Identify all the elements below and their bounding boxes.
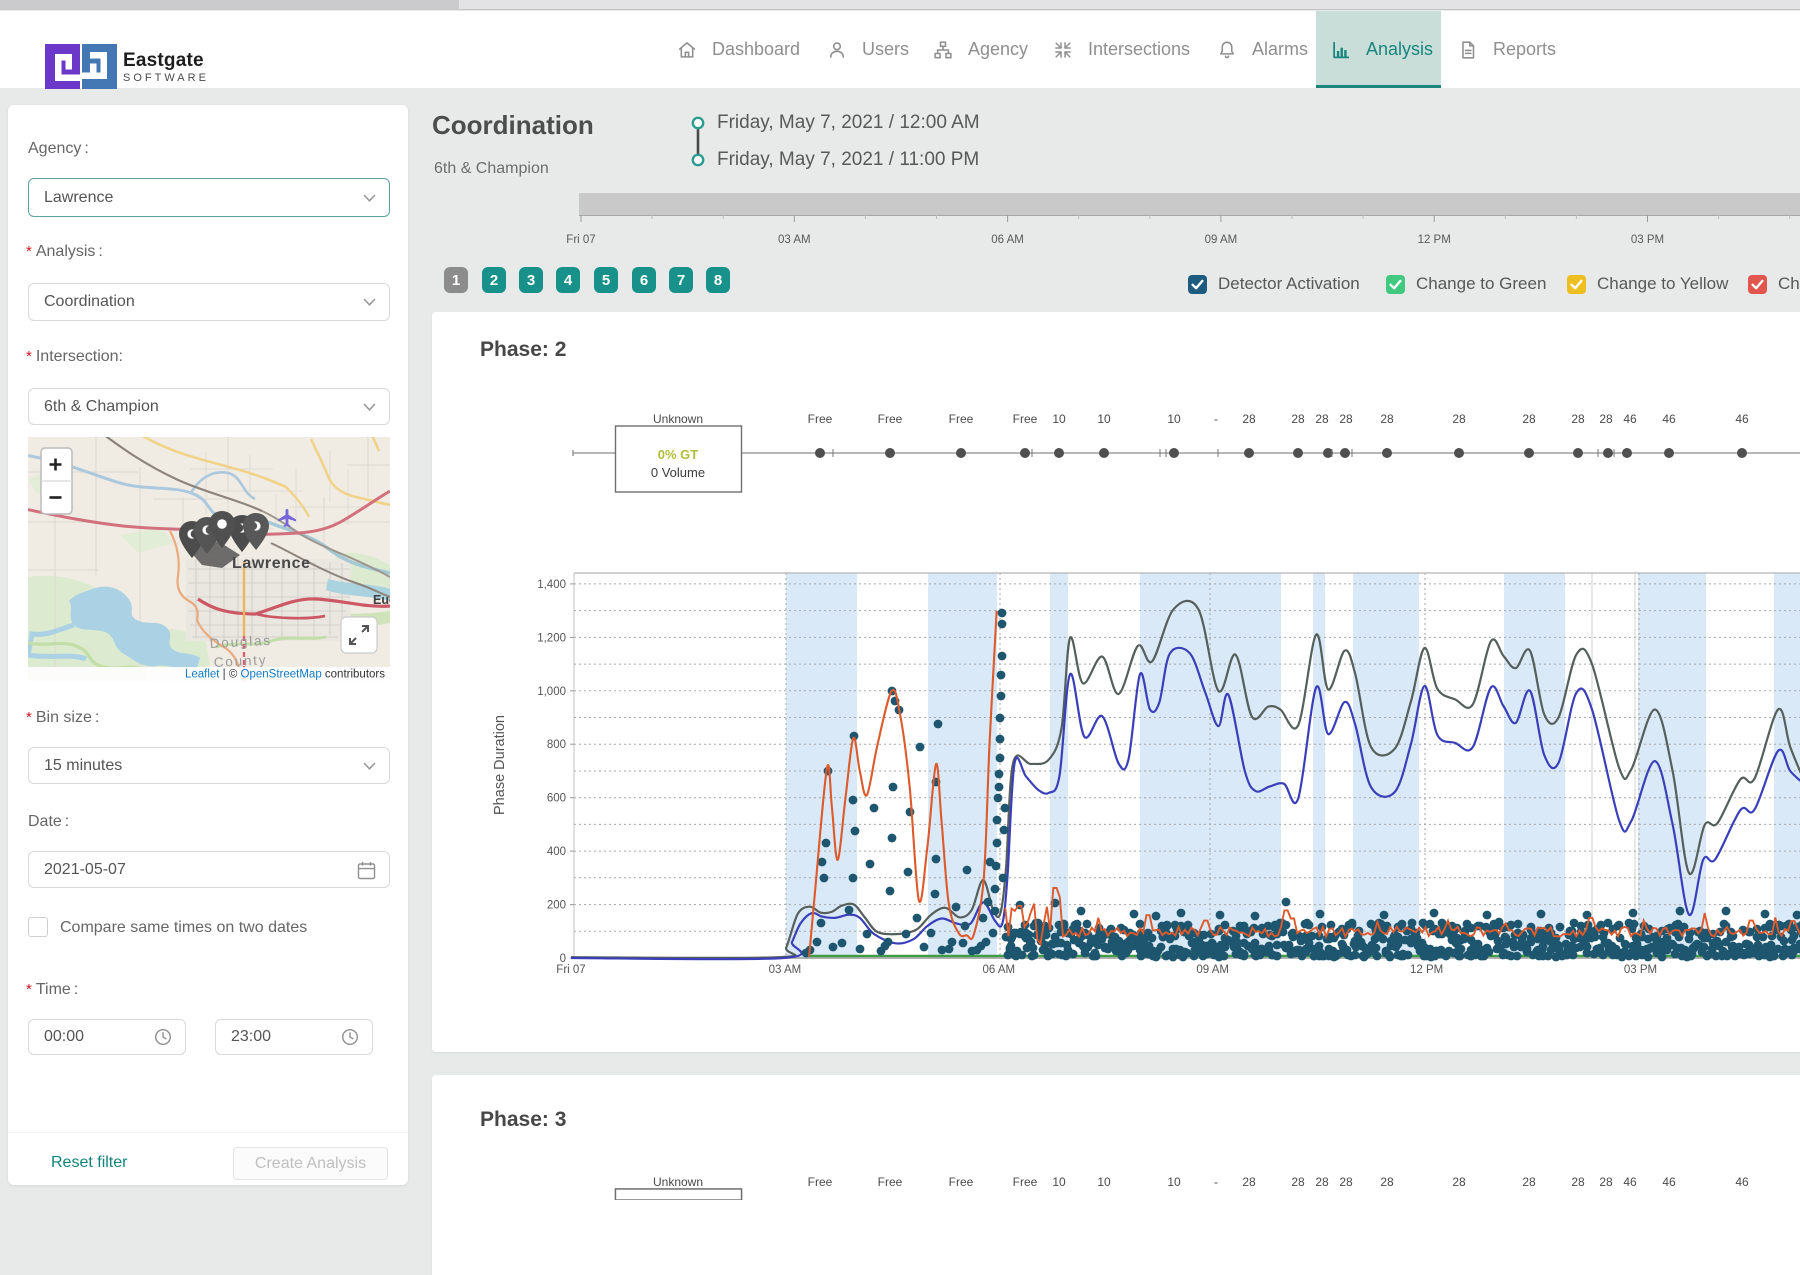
svg-text:Leaflet | © OpenStreetMap cont: Leaflet | © OpenStreetMap contributors [185,669,385,681]
svg-text:Euc: Euc [373,593,390,607]
svg-text:Fri 07: Fri 07 [566,234,595,246]
svg-text:09 AM: 09 AM [1205,234,1238,246]
svg-text:03 PM: 03 PM [1631,234,1664,246]
svg-text:12 PM: 12 PM [1418,234,1451,246]
svg-text:Lawrence: Lawrence [232,555,311,572]
svg-text:06 AM: 06 AM [991,234,1024,246]
svg-text:03 AM: 03 AM [778,234,811,246]
